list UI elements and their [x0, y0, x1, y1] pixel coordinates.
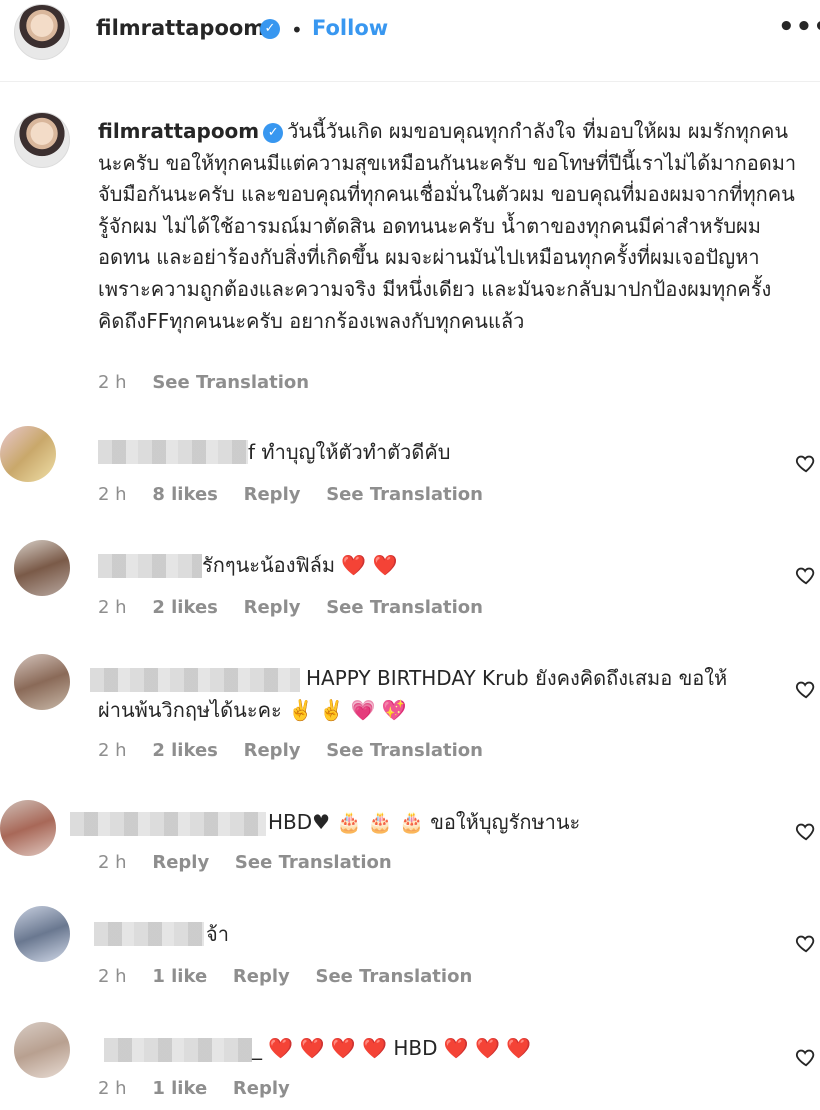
see-translation-button[interactable]: See Translation [235, 852, 392, 873]
see-translation-button[interactable]: See Translation [315, 966, 472, 987]
comment-time: 2 h [98, 740, 127, 761]
see-translation-button[interactable]: See Translation [326, 740, 483, 761]
comment-username-blurred[interactable] [70, 812, 266, 836]
reply-button[interactable]: Reply [244, 740, 301, 761]
heart-icon[interactable] [795, 678, 817, 700]
comment-avatar[interactable] [0, 426, 56, 482]
comment-text: HAPPY BIRTHDAY Krub ยังคงคิดถึงเสมอ ขอให… [98, 666, 728, 722]
comment-meta: 2 h 1 like Reply [98, 1078, 310, 1099]
comment-avatar[interactable] [0, 800, 56, 856]
comment-meta: 2 h 2 likes Reply See Translation [98, 597, 503, 618]
comment-meta: 2 h 1 like Reply See Translation [98, 966, 492, 987]
verified-badge-icon: ✓ [260, 19, 280, 39]
comment-meta: 2 h 2 likes Reply See Translation [98, 740, 503, 761]
caption-username[interactable]: filmrattapoom [98, 119, 259, 143]
comment-avatar[interactable] [14, 906, 70, 962]
see-translation-button[interactable]: See Translation [326, 484, 483, 505]
follow-button[interactable]: Follow [312, 16, 388, 40]
reply-button[interactable]: Reply [233, 966, 290, 987]
author-avatar[interactable] [14, 4, 70, 60]
comment-text: _ ❤️ ❤️ ❤️ ❤️ HBD ❤️ ❤️ ❤️ [252, 1036, 532, 1060]
caption-time: 2 h [98, 372, 127, 393]
comment-time: 2 h [98, 852, 127, 873]
comment-text: HBD♥ 🎂 🎂 🎂 ขอให้บุญรักษานะ [268, 810, 581, 834]
see-translation-button[interactable]: See Translation [326, 597, 483, 618]
comment-avatar[interactable] [14, 1022, 70, 1078]
heart-icon[interactable] [795, 564, 817, 586]
reply-button[interactable]: Reply [244, 484, 301, 505]
heart-icon[interactable] [795, 820, 817, 842]
comment-username-blurred[interactable] [98, 440, 248, 464]
comment-avatar[interactable] [14, 540, 70, 596]
reply-button[interactable]: Reply [152, 852, 209, 873]
verified-badge-icon: ✓ [263, 123, 284, 143]
caption-avatar[interactable] [14, 112, 70, 168]
comment-time: 2 h [98, 597, 127, 618]
comment-likes[interactable]: 2 likes [152, 597, 218, 618]
comment-username-blurred[interactable] [94, 922, 204, 946]
caption-see-translation[interactable]: See Translation [152, 372, 309, 393]
author-username[interactable]: filmrattapoom [96, 16, 265, 40]
more-options-icon[interactable]: ••• [778, 12, 820, 42]
comment-username-blurred[interactable] [98, 554, 202, 578]
caption-body: filmrattapoom ✓ วันนี้วันเกิด ผมขอบคุณทุกก… [98, 116, 798, 337]
comment-username-blurred[interactable] [104, 1038, 252, 1062]
comment-likes[interactable]: 1 like [152, 1078, 207, 1099]
comment-text: f ทำบุญให้ตัวทำตัวดีคับ [248, 440, 451, 464]
separator-dot: • [291, 18, 303, 42]
comment-time: 2 h [98, 1078, 127, 1099]
heart-icon[interactable] [795, 932, 817, 954]
caption-meta: 2 h See Translation [98, 372, 329, 393]
post-header: filmrattapoom ✓ • Follow ••• [0, 0, 820, 82]
reply-button[interactable]: Reply [244, 597, 301, 618]
comment-text: จ้า [206, 922, 229, 946]
comment-text: รักๆนะน้องฟิล์ม ❤️ ❤️ [202, 553, 398, 577]
comment-meta: 2 h 8 likes Reply See Translation [98, 484, 503, 505]
caption-text: วันนี้วันเกิด ผมขอบคุณทุกกำลังใจ ที่มอบใ… [98, 119, 797, 333]
reply-button[interactable]: Reply [233, 1078, 290, 1099]
comment-likes[interactable]: 8 likes [152, 484, 218, 505]
comment-meta: 2 h Reply See Translation [98, 852, 412, 873]
comment-likes[interactable]: 1 like [152, 966, 207, 987]
heart-icon[interactable] [795, 452, 817, 474]
heart-icon[interactable] [795, 1046, 817, 1068]
comment-likes[interactable]: 2 likes [152, 740, 218, 761]
comment-avatar[interactable] [14, 654, 70, 710]
comment-time: 2 h [98, 966, 127, 987]
comment-time: 2 h [98, 484, 127, 505]
